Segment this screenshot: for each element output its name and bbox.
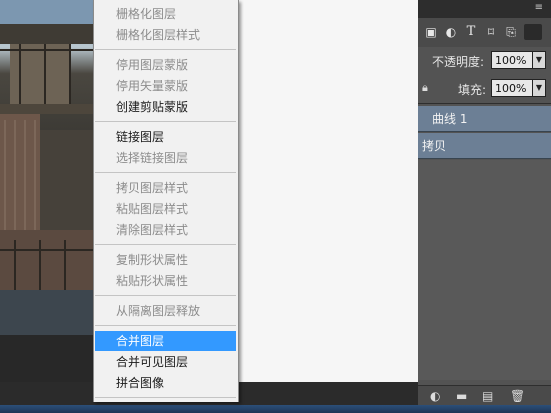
opacity-dropdown[interactable]: ▼ (532, 51, 546, 69)
menu-item-disable-vector-mask[interactable]: 停用矢量蒙版 (95, 76, 236, 96)
type-filter-icon[interactable]: T (464, 25, 478, 39)
canvas-pasteboard (0, 335, 93, 382)
smart-object-filter-icon[interactable]: ⎘ (504, 25, 518, 39)
menu-separator (95, 49, 236, 50)
menu-separator (95, 397, 236, 398)
layers-panel: ≡ ▣ ◐ T ⌑ ⎘ 不透明度: 100% ▼ 🔒︎ 填充: 100% ▼ 曲… (418, 0, 551, 413)
menu-item-paste-shape-attributes[interactable]: 粘贴形状属性 (95, 271, 236, 291)
menu-item-disable-layer-mask[interactable]: 停用图层蒙版 (95, 55, 236, 75)
layer-name: 拷贝 (422, 139, 447, 153)
menu-item-rasterize-layer[interactable]: 栅格化图层 (95, 4, 236, 24)
menu-item-merge-visible[interactable]: 合并可见图层 (95, 352, 236, 372)
menu-item-select-linked-layers[interactable]: 选择链接图层 (95, 148, 236, 168)
opacity-input[interactable]: 100% (491, 51, 533, 69)
os-taskbar (0, 405, 551, 413)
lock-icon[interactable]: 🔒︎ (422, 81, 428, 95)
layer-context-menu: 栅格化图层 栅格化图层样式 停用图层蒙版 停用矢量蒙版 创建剪贴蒙版 链接图层 … (93, 0, 239, 402)
menu-item-clear-layer-style[interactable]: 清除图层样式 (95, 220, 236, 240)
new-layer-icon[interactable]: ▤ (482, 389, 493, 403)
fill-input[interactable]: 100% (491, 79, 533, 97)
document-canvas[interactable] (0, 0, 93, 335)
menu-separator (95, 295, 236, 296)
layer-name: 曲线 1 (432, 112, 468, 126)
menu-item-copy-layer-style[interactable]: 拷贝图层样式 (95, 178, 236, 198)
shape-filter-icon[interactable]: ⌑ (484, 25, 498, 39)
menu-item-copy-shape-attributes[interactable]: 复制形状属性 (95, 250, 236, 270)
menu-item-release-from-isolation[interactable]: 从隔离图层释放 (95, 301, 236, 321)
menu-item-paste-layer-style[interactable]: 粘贴图层样式 (95, 199, 236, 219)
group-folder-icon[interactable]: ▬ (456, 389, 467, 403)
menu-item-merge-layers[interactable]: 合并图层 (95, 331, 236, 351)
workspace-area (237, 0, 418, 382)
layer-filter-row: ▣ ◐ T ⌑ ⎘ (418, 18, 551, 48)
menu-item-flatten-image[interactable]: 拼合图像 (95, 373, 236, 393)
menu-separator (95, 244, 236, 245)
layer-row-curves[interactable]: 曲线 1 (418, 106, 551, 132)
opacity-label: 不透明度: (432, 55, 485, 69)
trash-icon[interactable]: 🗑︎ (510, 389, 525, 403)
menu-item-link-layers[interactable]: 链接图层 (95, 127, 236, 147)
canvas-photo (0, 0, 93, 335)
menu-separator (95, 121, 236, 122)
pixel-filter-icon[interactable]: ▣ (424, 25, 438, 39)
layer-row-copy[interactable]: 拷贝 (418, 133, 551, 159)
filter-toggle[interactable] (524, 24, 542, 40)
panel-header: ≡ (418, 0, 551, 18)
panel-menu-icon[interactable]: ≡ (535, 2, 543, 13)
menu-item-rasterize-layer-style[interactable]: 栅格化图层样式 (95, 25, 236, 45)
menu-separator (95, 172, 236, 173)
menu-item-create-clipping-mask[interactable]: 创建剪贴蒙版 (95, 97, 236, 117)
menu-separator (95, 325, 236, 326)
fill-dropdown[interactable]: ▼ (532, 79, 546, 97)
adjustment-layer-icon[interactable]: ◐ (430, 389, 440, 403)
layers-list-empty-area (418, 160, 551, 380)
opacity-row: 不透明度: 100% ▼ (418, 47, 551, 75)
layers-panel-footer: ◐ ▬ ▤ 🗑︎ (418, 385, 551, 406)
adjustment-filter-icon[interactable]: ◐ (444, 25, 458, 39)
fill-row: 🔒︎ 填充: 100% ▼ (418, 75, 551, 104)
fill-label: 填充: (458, 83, 487, 97)
